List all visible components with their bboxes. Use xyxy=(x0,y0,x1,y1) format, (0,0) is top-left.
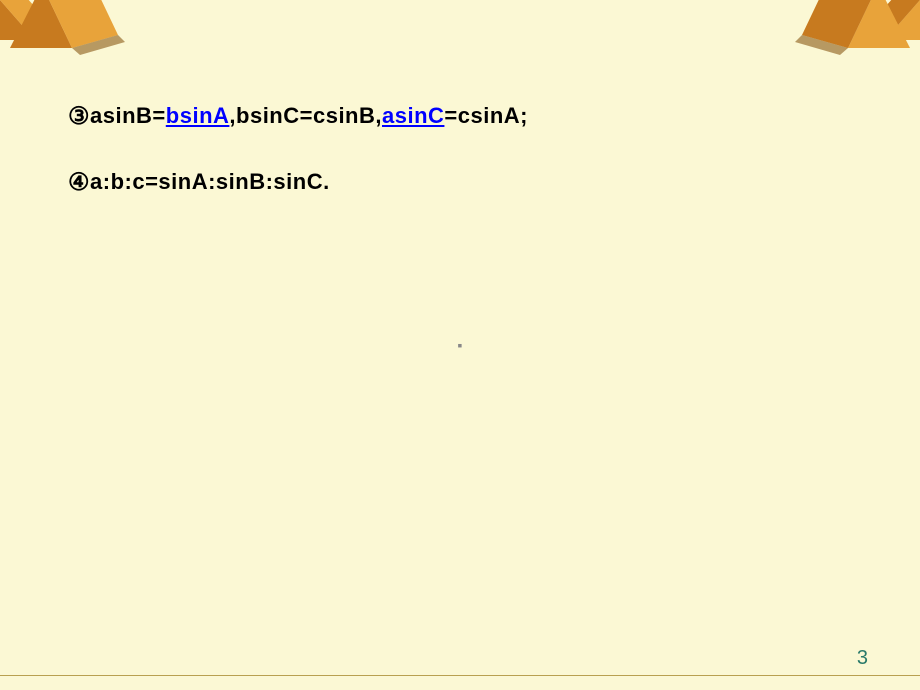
pyramid-decoration-right xyxy=(795,0,920,60)
line3-part1: asinB= xyxy=(90,103,166,128)
link-bsinA[interactable]: bsinA xyxy=(166,103,230,128)
center-marker: ▪ xyxy=(458,337,463,353)
line4-text: a:b:c=sinA:sinB:sinC. xyxy=(90,169,330,194)
line3-part3: =csinA; xyxy=(444,103,528,128)
slide-content: ③asinB=bsinA,bsinC=csinB,asinC=csinA; ④a… xyxy=(68,100,852,231)
line-4: ④a:b:c=sinA:sinB:sinC. xyxy=(68,166,852,200)
page-number: 3 xyxy=(857,647,868,670)
marker-3: ③ xyxy=(68,103,90,130)
marker-4: ④ xyxy=(68,169,90,196)
line3-part2: ,bsinC=csinB, xyxy=(229,103,382,128)
link-asinC[interactable]: asinC xyxy=(382,103,444,128)
pyramid-decoration-left xyxy=(0,0,125,60)
bottom-divider xyxy=(0,675,920,676)
line-3: ③asinB=bsinA,bsinC=csinB,asinC=csinA; xyxy=(68,100,852,134)
